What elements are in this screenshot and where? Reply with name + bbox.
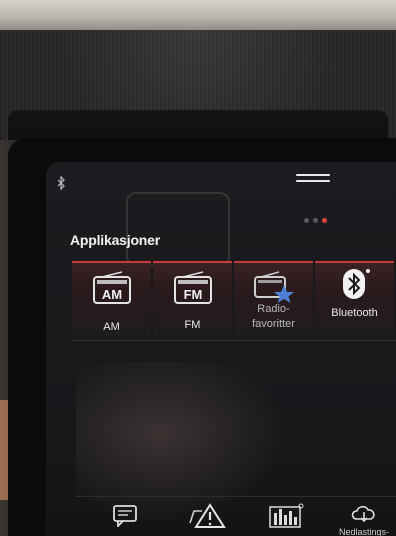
car-warning-icon xyxy=(189,503,226,528)
page-dot xyxy=(304,218,309,223)
page-indicator[interactable] xyxy=(304,210,331,228)
bluetooth-icon xyxy=(342,269,370,299)
app-tile-radio-favorites[interactable]: Radio- favoritter xyxy=(234,261,313,337)
radio-favorites-icon xyxy=(253,271,294,303)
menu-handle-line xyxy=(296,174,330,176)
app-row: AM AM FM FM Radio- favoritter Bluetooth xyxy=(72,261,396,339)
app-label-bluetooth: Bluetooth xyxy=(331,307,378,319)
bottom-item-warning[interactable] xyxy=(176,503,236,536)
bottom-item-equalizer[interactable] xyxy=(256,503,316,536)
app-label-fm: FM xyxy=(184,319,201,331)
app-label-am: AM xyxy=(103,321,120,333)
photo-scene: Applikasjoner AM AM FM FM Radio- favorit… xyxy=(0,0,396,536)
infotainment-screen: Applikasjoner AM AM FM FM Radio- favorit… xyxy=(46,162,396,536)
app-label-radio-favorites-2: favoritter xyxy=(252,318,295,330)
menu-handle-line xyxy=(296,180,330,182)
screen-reflection-phone xyxy=(126,192,230,266)
bottom-bar: Nedlastings- xyxy=(76,496,396,536)
row-divider xyxy=(72,340,396,341)
app-tile-bluetooth[interactable]: Bluetooth xyxy=(315,261,394,337)
page-dot xyxy=(313,218,318,223)
am-icon-text: AM xyxy=(101,287,121,302)
app-tile-am[interactable]: AM AM xyxy=(72,261,151,337)
page-title: Applikasjoner xyxy=(70,232,160,248)
cloud-download-icon xyxy=(351,505,375,523)
app-tile-fm[interactable]: FM FM xyxy=(153,261,232,337)
fm-icon-text: FM xyxy=(183,287,202,302)
radio-fm-icon: FM xyxy=(173,271,212,304)
top-menu-handle[interactable] xyxy=(296,174,330,186)
page-dot-active xyxy=(322,218,327,223)
bottom-label-downloads: Nedlastings- xyxy=(338,527,390,536)
bottom-item-downloads[interactable]: Nedlastings- xyxy=(334,503,394,536)
message-icon xyxy=(113,505,137,529)
bluetooth-status-icon xyxy=(57,176,65,190)
radio-am-icon: AM xyxy=(92,271,131,304)
bottom-item-messages[interactable] xyxy=(96,503,156,536)
app-label-radio-favorites-1: Radio- xyxy=(257,303,290,315)
equalizer-icon xyxy=(269,503,304,528)
